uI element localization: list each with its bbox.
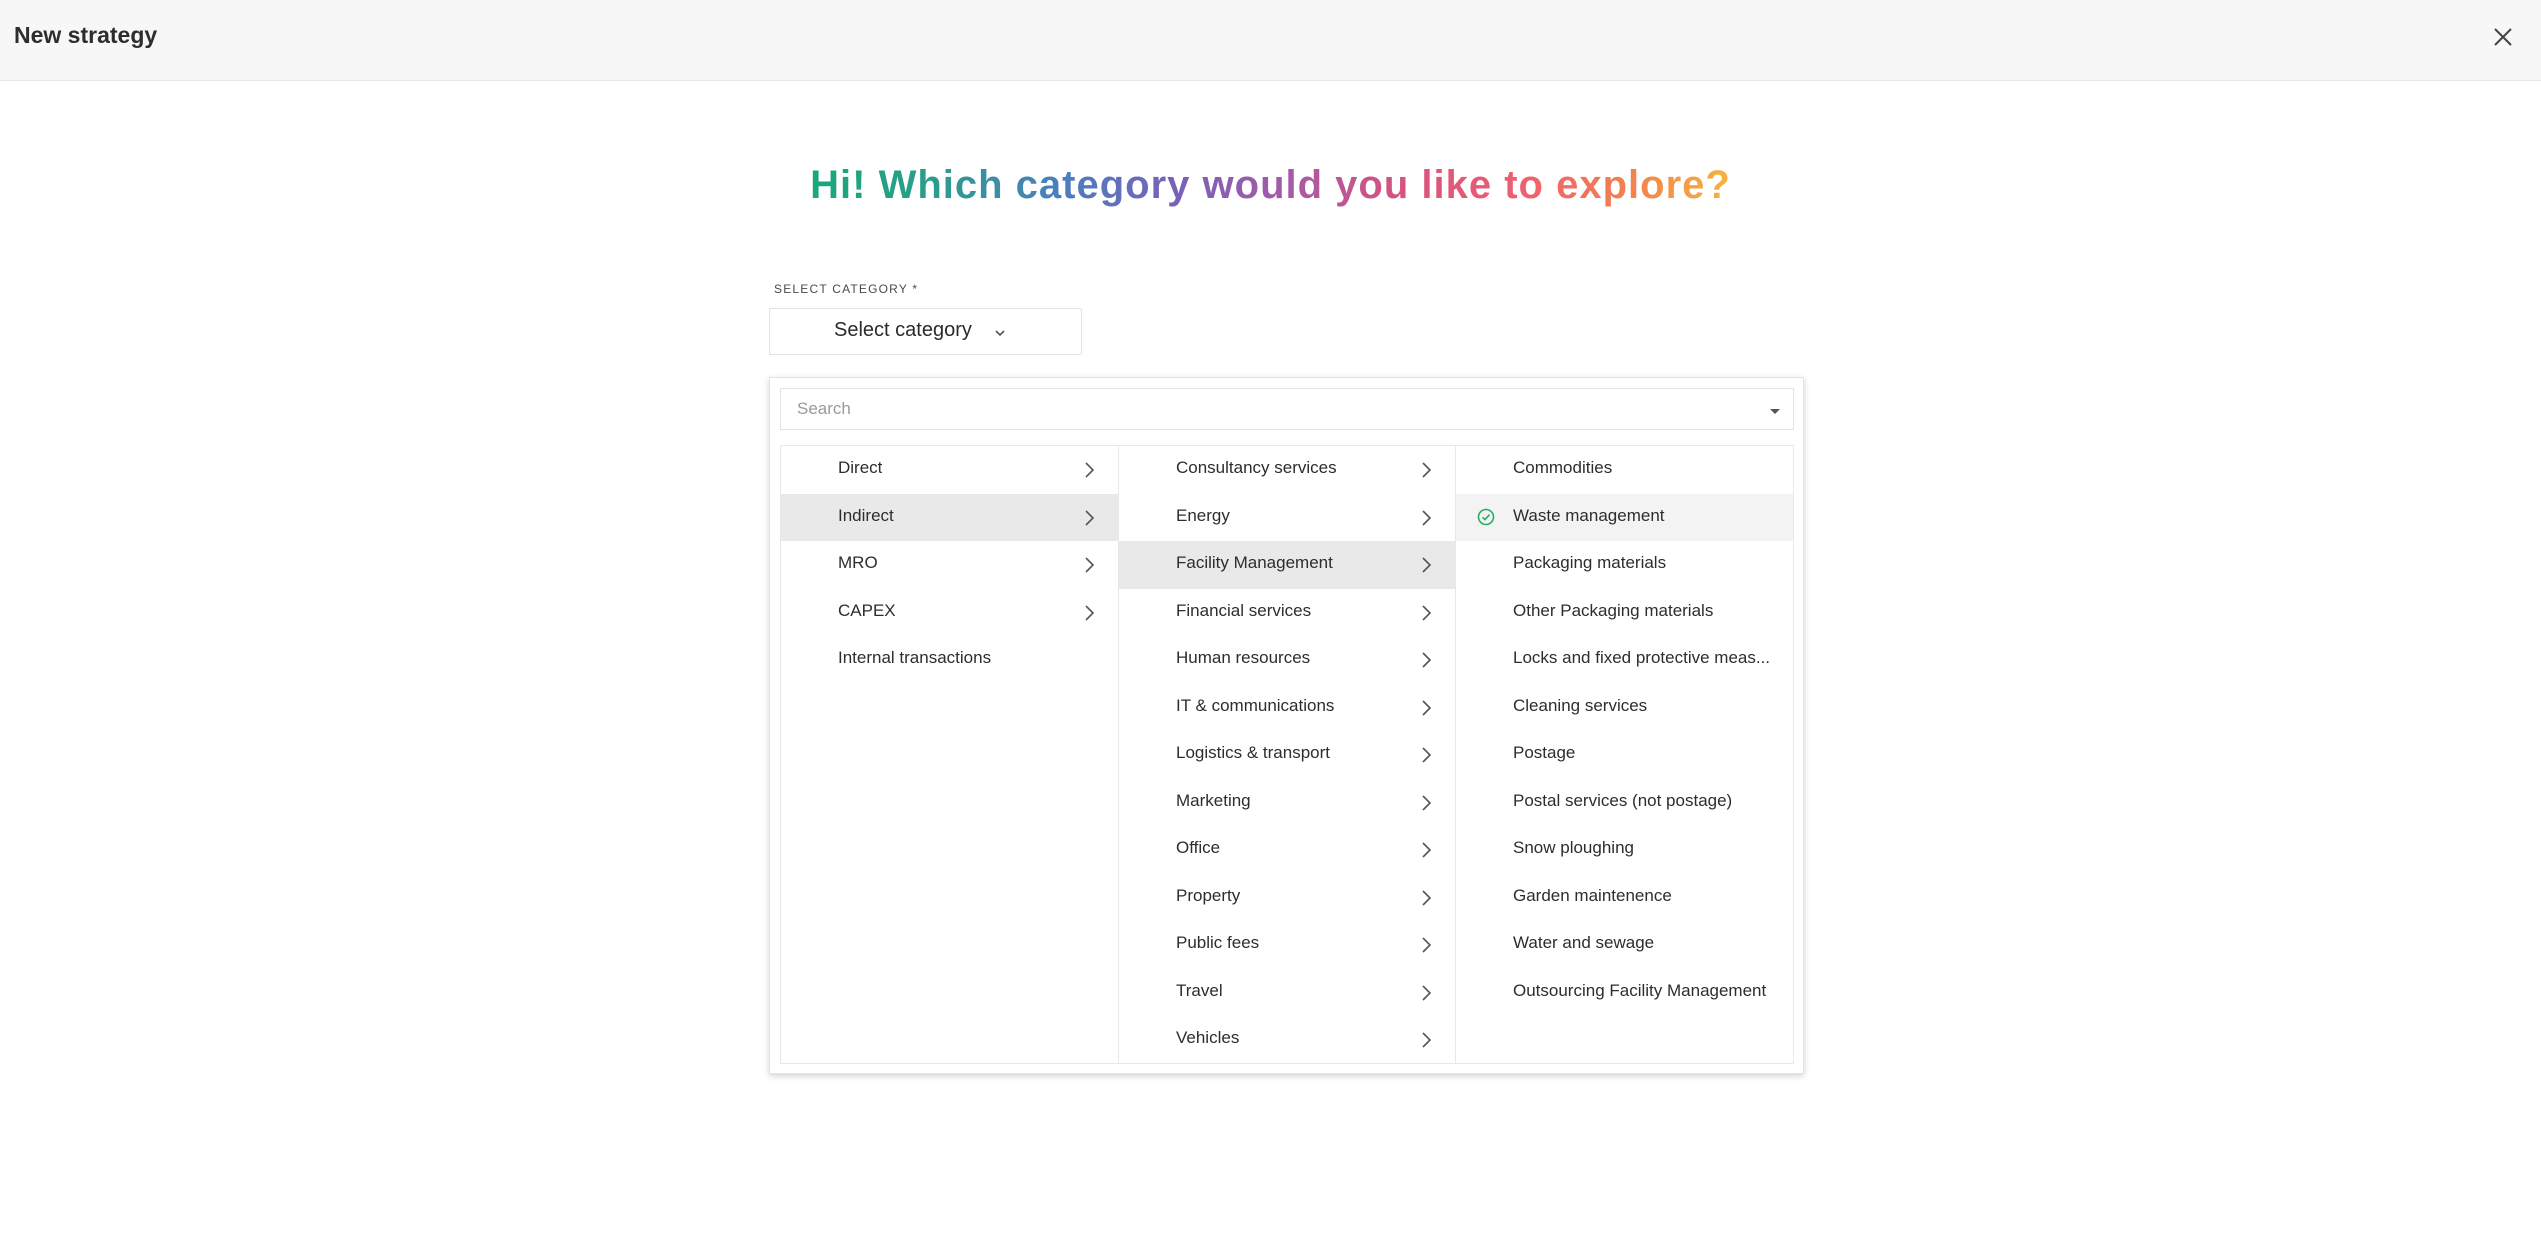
level2-item-label: Consultancy services <box>1176 458 1337 477</box>
category-dropdown: Direct Indirect MRO CAPEX Internal transacti… <box>769 377 1804 1074</box>
level1-item-label: Indirect <box>838 505 894 525</box>
level3-item-label: Packaging materials <box>1513 553 1667 572</box>
level1-item-label: MRO <box>838 553 878 572</box>
search-box[interactable] <box>780 388 1794 430</box>
level2-item-label: Travel <box>1176 980 1223 1000</box>
level1-column: Direct Indirect MRO CAPEX Internal transacti… <box>781 446 1119 1063</box>
level2-item[interactable]: Vehicles <box>1119 1016 1455 1064</box>
level3-item-label: Postal services (not postage) <box>1513 790 1733 810</box>
chevron-right-icon <box>1422 984 1432 1001</box>
level2-item-label: Financial services <box>1176 600 1312 620</box>
level3-item-label: Garden maintenence <box>1513 885 1672 905</box>
category-select[interactable]: Select category <box>769 308 1082 355</box>
level2-item[interactable]: Consultancy services <box>1119 446 1455 494</box>
level2-item-label: Logistics & transport <box>1176 743 1331 762</box>
close-icon[interactable] <box>2488 22 2518 52</box>
level3-item-label: Locks and fixed protective meas... <box>1513 648 1771 667</box>
chevron-right-icon <box>1422 889 1432 906</box>
level2-item-label: Vehicles <box>1176 1028 1240 1047</box>
level3-item-label: Snow ploughing <box>1513 838 1634 857</box>
level3-item[interactable]: Locks and fixed protective meas... <box>1456 636 1793 684</box>
level2-item[interactable]: Property <box>1119 874 1455 922</box>
search-input[interactable] <box>781 389 1741 429</box>
level1-item[interactable]: Direct <box>781 446 1118 494</box>
chevron-right-icon <box>1422 462 1432 478</box>
chevron-right-icon <box>1085 604 1095 621</box>
level3-item-label: Postage <box>1513 743 1576 762</box>
chevron-right-icon <box>1422 509 1432 526</box>
level3-item-label: Cleaning services <box>1513 695 1648 715</box>
level3-item-label: Outsourcing Facility Management <box>1513 980 1767 1000</box>
chevron-right-icon <box>1085 462 1095 478</box>
level1-item-label: Internal transactions <box>838 648 992 667</box>
headline-text: Hi! Which category would you like to exp… <box>810 163 1731 207</box>
chevron-right-icon <box>1422 604 1432 621</box>
level3-item[interactable]: Water and sewage <box>1456 921 1793 969</box>
chevron-right-icon <box>1422 794 1432 811</box>
level2-item[interactable]: IT & communications <box>1119 684 1455 732</box>
level3-item-label: Other Packaging materials <box>1513 600 1714 620</box>
level1-item-label: Direct <box>838 458 883 477</box>
level2-item[interactable]: Public fees <box>1119 921 1455 969</box>
level3-item[interactable]: Packaging materials <box>1456 541 1793 589</box>
level2-item-label: Property <box>1176 885 1241 905</box>
level3-item-label: Waste management <box>1513 505 1665 525</box>
level2-item[interactable]: Travel <box>1119 969 1455 1017</box>
level2-column: Consultancy services Energy Facility Manag… <box>1119 446 1456 1063</box>
level2-item[interactable]: Marketing <box>1119 779 1455 827</box>
level2-item-label: Facility Management <box>1176 553 1333 572</box>
chevron-right-icon <box>1422 557 1432 573</box>
level3-item[interactable]: Other Packaging materials <box>1456 589 1793 637</box>
chevron-right-icon <box>1422 937 1432 953</box>
check-circle-icon <box>1477 508 1495 525</box>
level2-item[interactable]: Facility Management <box>1119 541 1455 589</box>
chevron-right-icon <box>1422 842 1432 858</box>
level2-item-label: Public fees <box>1176 933 1260 952</box>
top-bar: New strategy <box>0 0 2541 81</box>
level2-item[interactable]: Human resources <box>1119 636 1455 684</box>
chevron-right-icon <box>1085 509 1095 526</box>
level3-item[interactable]: Snow ploughing <box>1456 826 1793 874</box>
caret-down-icon[interactable] <box>1767 403 1783 419</box>
chevron-right-icon <box>1085 557 1095 573</box>
category-columns: Direct Indirect MRO CAPEX Internal transacti… <box>780 445 1794 1064</box>
category-field-label: SELECT CATEGORY * <box>774 282 919 296</box>
level2-item[interactable]: Energy <box>1119 494 1455 542</box>
level2-item-label: Energy <box>1176 505 1230 525</box>
level2-item[interactable]: Office <box>1119 826 1455 874</box>
level2-item[interactable]: Financial services <box>1119 589 1455 637</box>
chevron-down-icon <box>995 330 1005 337</box>
page-title: New strategy <box>14 22 158 48</box>
level2-item[interactable]: Logistics & transport <box>1119 731 1455 779</box>
level3-item-label: Water and sewage <box>1513 933 1655 952</box>
level2-item-label: Marketing <box>1176 790 1251 810</box>
level3-item[interactable]: Postage <box>1456 731 1793 779</box>
chevron-right-icon <box>1422 699 1432 716</box>
level3-item[interactable]: Garden maintenence <box>1456 874 1793 922</box>
level1-item[interactable]: Indirect <box>781 493 1118 541</box>
level3-item[interactable]: Waste management <box>1456 493 1793 541</box>
level3-item[interactable]: Cleaning services <box>1456 684 1793 732</box>
level2-item-label: Human resources <box>1176 648 1311 667</box>
category-select-value: Select category <box>834 319 972 341</box>
level3-item[interactable]: Commodities <box>1456 446 1793 494</box>
level2-item-label: IT & communications <box>1176 695 1335 715</box>
level1-item[interactable]: Internal transactions <box>781 636 1118 684</box>
level3-item-label: Commodities <box>1513 458 1613 477</box>
level1-item[interactable]: CAPEX <box>781 589 1118 637</box>
level3-column: Commodities Waste management Packaging mat… <box>1456 446 1793 1063</box>
level3-item[interactable]: Postal services (not postage) <box>1456 779 1793 827</box>
level1-item-label: CAPEX <box>838 600 896 620</box>
level2-item-label: Office <box>1176 838 1221 857</box>
headline: Hi! Which category would you like to exp… <box>0 163 2541 219</box>
chevron-right-icon <box>1422 1032 1432 1048</box>
chevron-right-icon <box>1422 652 1432 668</box>
level3-item[interactable]: Outsourcing Facility Management <box>1456 969 1793 1017</box>
level1-item[interactable]: MRO <box>781 541 1118 589</box>
chevron-right-icon <box>1422 747 1432 763</box>
